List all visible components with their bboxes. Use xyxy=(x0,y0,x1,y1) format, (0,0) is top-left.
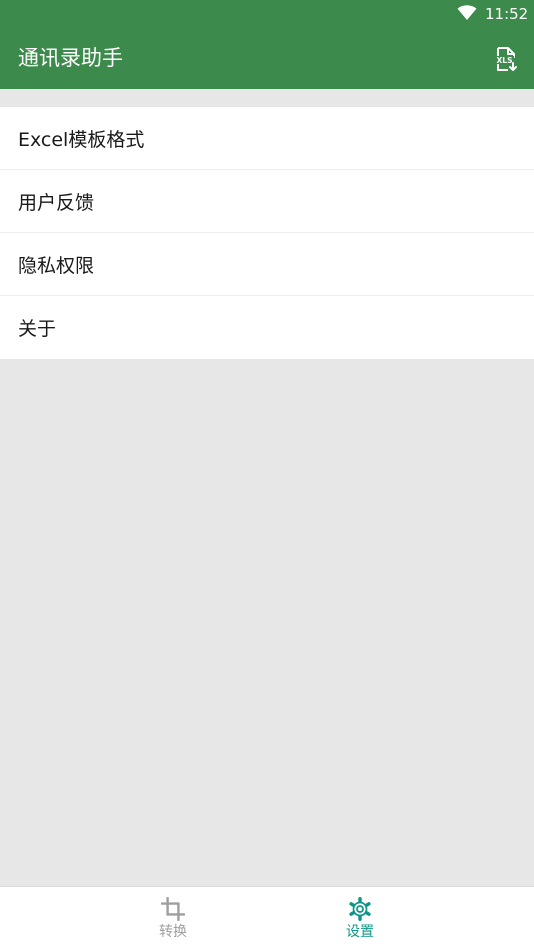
settings-item-feedback[interactable]: 用户反馈 xyxy=(0,170,534,233)
xls-export-icon: XLS xyxy=(495,47,517,71)
bottom-nav: 转换 设置 xyxy=(0,886,534,950)
app-bar: 通讯录助手 XLS xyxy=(0,28,534,89)
tab-convert[interactable]: 转换 xyxy=(113,887,233,950)
status-time: 11:52 xyxy=(485,5,529,23)
settings-item-about[interactable]: 关于 xyxy=(0,296,534,359)
crop-icon xyxy=(161,897,185,921)
xls-icon-text: XLS xyxy=(497,56,513,65)
xls-export-button[interactable]: XLS xyxy=(490,43,522,75)
settings-item-privacy[interactable]: 隐私权限 xyxy=(0,233,534,296)
wifi-icon xyxy=(457,5,477,21)
tab-convert-label: 转换 xyxy=(159,924,187,940)
status-bar: 11:52 xyxy=(0,0,534,28)
settings-item-excel-template[interactable]: Excel模板格式 xyxy=(0,107,534,170)
settings-list: Excel模板格式 用户反馈 隐私权限 关于 xyxy=(0,107,534,359)
settings-item-label: Excel模板格式 xyxy=(18,128,145,151)
page-title: 通讯录助手 xyxy=(18,46,123,70)
gear-icon xyxy=(349,896,371,922)
settings-item-label: 用户反馈 xyxy=(18,191,95,214)
tab-settings-label: 设置 xyxy=(346,924,374,940)
settings-item-label: 隐私权限 xyxy=(18,254,95,277)
tab-settings[interactable]: 设置 xyxy=(300,887,420,950)
settings-item-label: 关于 xyxy=(18,318,57,340)
